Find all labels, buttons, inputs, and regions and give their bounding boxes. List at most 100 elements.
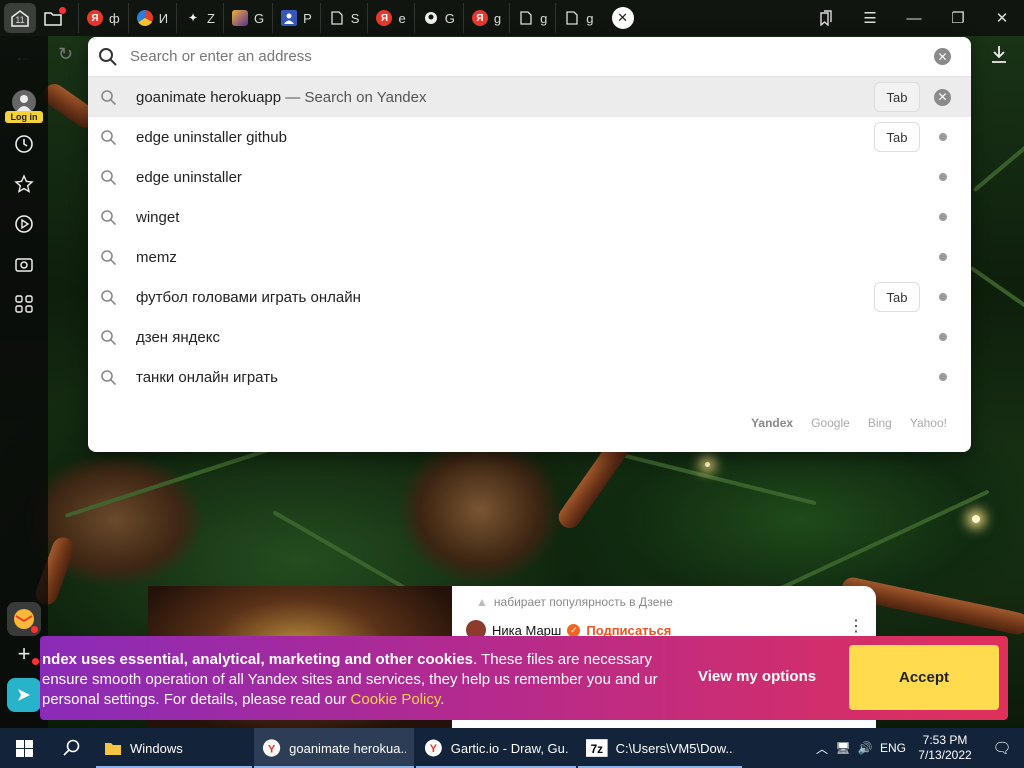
search-engine-option[interactable]: Bing	[868, 416, 892, 430]
notifications-icon[interactable]: 🗨	[980, 739, 1024, 757]
remove-suggestion-dot[interactable]	[939, 293, 947, 301]
suggestion-row[interactable]: memz	[88, 237, 971, 277]
suggestion-query: memz	[136, 248, 177, 266]
taskbar-app-label: C:\Users\VM5\Dow...	[615, 740, 734, 756]
taskbar-app-button[interactable]: 7z C:\Users\VM5\Dow...	[578, 728, 742, 768]
bookmarks-star-icon[interactable]	[12, 172, 36, 196]
browser-tab[interactable]: Яф	[78, 3, 128, 33]
suggestion-row[interactable]: дзен яндекс	[88, 317, 971, 357]
remove-suggestion-dot[interactable]	[939, 173, 947, 181]
taskbar-app-button[interactable]: Y Gartic.io - Draw, Gu...	[416, 728, 576, 768]
switch-to-tab-button[interactable]: Tab	[874, 82, 920, 112]
cookie-message: ndex uses essential, analytical, marketi…	[40, 650, 680, 710]
suggestion-row[interactable]: goanimate herokuapp — Search on Yandex Ta…	[88, 77, 971, 117]
more-options-icon[interactable]: ⋮	[848, 619, 864, 635]
close-window-icon[interactable]: ✕	[980, 0, 1024, 36]
clear-input-icon[interactable]: ✕	[934, 48, 951, 65]
menu-icon[interactable]: ☰	[848, 0, 892, 36]
download-icon[interactable]	[990, 44, 1012, 68]
switch-to-tab-button[interactable]: Tab	[874, 282, 920, 312]
suggestion-row[interactable]: танки онлайн играть	[88, 357, 971, 397]
browser-tab[interactable]: И	[127, 3, 176, 33]
history-icon[interactable]	[12, 132, 36, 156]
search-icon	[99, 47, 117, 66]
suggestion-row[interactable]: футбол головами играть онлайн Tab	[88, 277, 971, 317]
game-icon	[232, 10, 248, 26]
suggestion-row[interactable]: edge uninstaller github Tab	[88, 117, 971, 157]
browser-tab[interactable]: g	[509, 3, 555, 33]
accept-button[interactable]: Accept	[849, 645, 999, 710]
verified-check-icon: ✓	[567, 623, 581, 637]
browser-tab[interactable]: g	[555, 3, 601, 33]
search-engine-option[interactable]: Yahoo!	[910, 416, 947, 430]
remove-suggestion-dot[interactable]	[939, 213, 947, 221]
tabs-overview-button[interactable]: 11	[4, 3, 36, 33]
yandex-icon: Я	[376, 10, 393, 26]
close-tab-icon[interactable]: ✕	[611, 7, 634, 29]
network-icon[interactable]: 🖥	[832, 741, 854, 755]
view-options-button[interactable]: View my options	[698, 668, 816, 685]
login-label[interactable]: Log in	[5, 111, 43, 123]
search-icon	[101, 289, 117, 305]
suggestion-row[interactable]: winget	[88, 197, 971, 237]
browser-tab[interactable]: Яe	[367, 3, 413, 33]
document-icon	[518, 10, 535, 26]
address-input[interactable]	[130, 48, 910, 65]
screenshot-camera-icon[interactable]	[12, 252, 36, 276]
switch-to-tab-button[interactable]: Tab	[874, 122, 920, 152]
browser-tab[interactable]: S	[319, 3, 368, 33]
collections-icon[interactable]	[804, 0, 848, 36]
document-icon	[328, 10, 345, 26]
suggestion-text: edge uninstaller	[136, 169, 242, 186]
tab-title: И	[158, 10, 169, 26]
remove-suggestion-dot[interactable]	[939, 253, 947, 261]
tab-title: g	[586, 10, 594, 26]
flame-icon: ▲	[476, 595, 488, 609]
language-indicator[interactable]: ENG	[876, 741, 910, 755]
remove-suggestion-dot[interactable]	[939, 373, 947, 381]
remove-suggestion-dot[interactable]	[939, 333, 947, 341]
restore-icon[interactable]: ❐	[936, 0, 980, 36]
cookie-message-end: .	[440, 691, 445, 708]
tab-bar: 11 Яф И ✦ Z G P S Яe G Яg g g ✕ ☰ — ❐ ✕	[0, 0, 1024, 36]
chevron-up-icon[interactable]: ︿	[812, 740, 832, 757]
volume-icon[interactable]: 🔊	[854, 741, 876, 755]
taskbar-app-button[interactable]: Ygoanimate herokua...	[254, 728, 414, 768]
browser-tab[interactable]: P	[272, 3, 320, 33]
start-button[interactable]	[0, 728, 48, 768]
suggestion-query: футбол головами играть онлайн	[136, 288, 361, 306]
remove-suggestion-icon[interactable]: ✕	[934, 88, 951, 106]
colorful-circle-icon	[136, 10, 153, 26]
remove-suggestion-dot[interactable]	[939, 133, 947, 141]
yandex-browser-icon: Y	[262, 739, 281, 757]
reload-icon[interactable]: ↻	[58, 44, 73, 65]
tab-title: P	[303, 10, 312, 26]
browser-tab[interactable]: ✦ Z	[176, 3, 223, 33]
clock[interactable]: 7:53 PM 7/13/2022	[910, 733, 980, 763]
cookie-banner: ndex uses essential, analytical, marketi…	[40, 636, 1008, 720]
search-button[interactable]	[48, 728, 96, 768]
browser-tab[interactable]: G	[413, 3, 463, 33]
minimize-icon[interactable]: —	[892, 0, 936, 36]
apps-grid-icon[interactable]	[12, 292, 36, 316]
search-engine-option[interactable]: Yandex	[751, 416, 793, 430]
suggestion-query: winget	[136, 208, 180, 226]
person-icon	[281, 10, 298, 26]
cookie-policy-link[interactable]: Cookie Policy	[351, 691, 441, 708]
tab-title: e	[398, 10, 406, 26]
pine-branch	[972, 111, 1024, 193]
suggestion-text: goanimate herokuapp — Search on Yandex	[136, 89, 426, 106]
search-engine-option[interactable]: Google	[811, 416, 850, 430]
video-play-icon[interactable]	[12, 212, 36, 236]
tab-title: G	[254, 10, 265, 26]
suggestion-text: winget	[136, 209, 179, 226]
browser-tab[interactable]: Яg	[462, 3, 509, 33]
taskbar-app-button[interactable]: Windows	[96, 728, 252, 768]
search-icon	[101, 129, 117, 145]
browser-tab[interactable]: G	[223, 3, 272, 33]
yandex-mail-app-icon[interactable]	[7, 602, 41, 636]
new-tab-folder-button[interactable]	[36, 3, 70, 33]
light-sparkle	[972, 515, 980, 523]
messenger-app-icon[interactable]	[7, 678, 41, 712]
suggestion-row[interactable]: edge uninstaller	[88, 157, 971, 197]
